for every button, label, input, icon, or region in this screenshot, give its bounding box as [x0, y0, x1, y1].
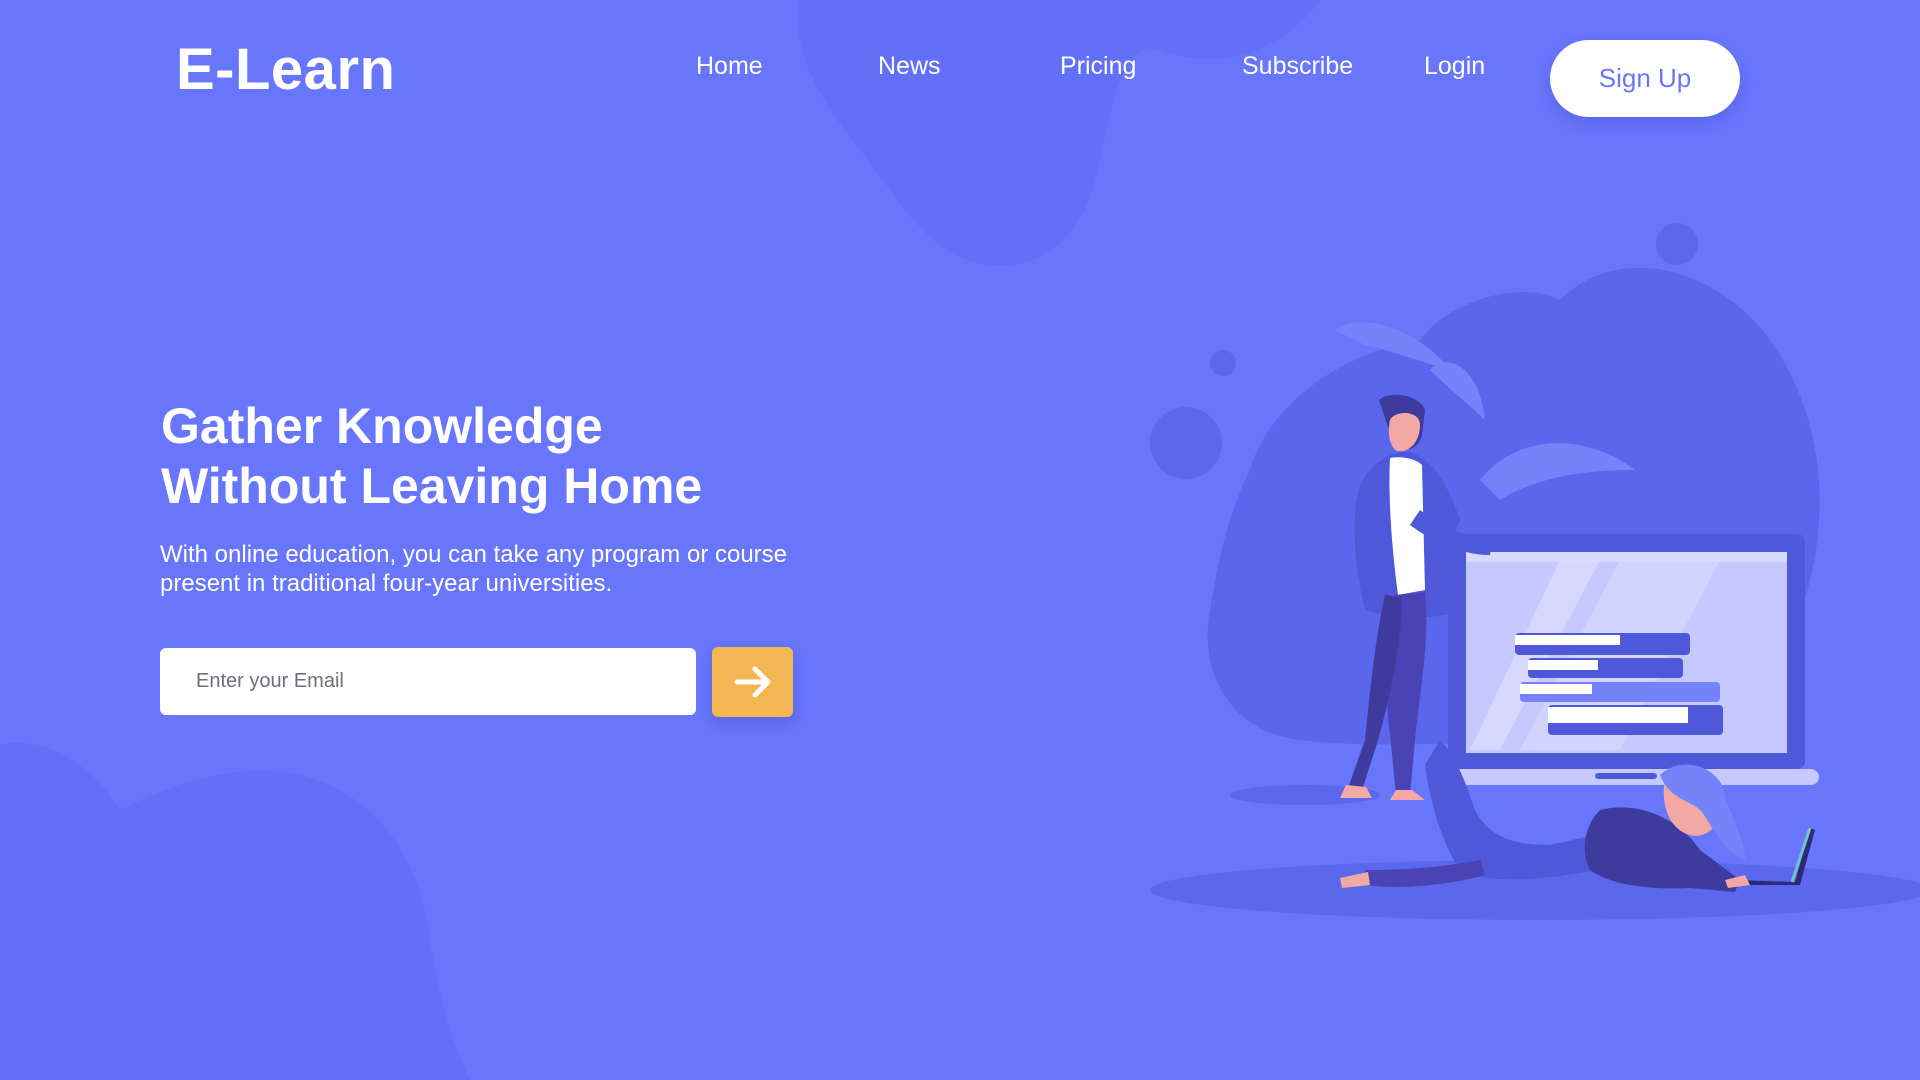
nav-news[interactable]: News — [878, 52, 941, 81]
hero-title: Gather Knowledge Without Leaving Home — [161, 396, 702, 516]
nav-pricing[interactable]: Pricing — [1060, 52, 1136, 81]
brand-logo[interactable]: E-Learn — [176, 36, 395, 103]
landing-page: E-Learn Home News Pricing Subscribe Logi… — [0, 0, 1920, 1080]
hero-title-line-2: Without Leaving Home — [161, 458, 703, 514]
hero-subtitle-line-1: With online education, you can take any … — [160, 541, 788, 568]
bubble-decoration — [1150, 407, 1222, 479]
arrow-right-icon — [734, 666, 771, 698]
nav-home[interactable]: Home — [696, 52, 763, 81]
email-input[interactable] — [160, 648, 696, 715]
hero-subtitle-line-2: present in traditional four-year univers… — [160, 570, 613, 597]
email-submit-button[interactable] — [712, 647, 793, 717]
nav-login[interactable]: Login — [1424, 52, 1485, 81]
bubble-decoration — [1210, 350, 1236, 376]
sign-up-button[interactable]: Sign Up — [1550, 40, 1740, 117]
hero-illustration — [1150, 223, 1920, 920]
nav-subscribe[interactable]: Subscribe — [1242, 52, 1353, 81]
hero-subtitle: With online education, you can take any … — [160, 540, 880, 598]
hero-title-line-1: Gather Knowledge — [161, 398, 603, 454]
bubble-decoration — [1656, 223, 1698, 265]
